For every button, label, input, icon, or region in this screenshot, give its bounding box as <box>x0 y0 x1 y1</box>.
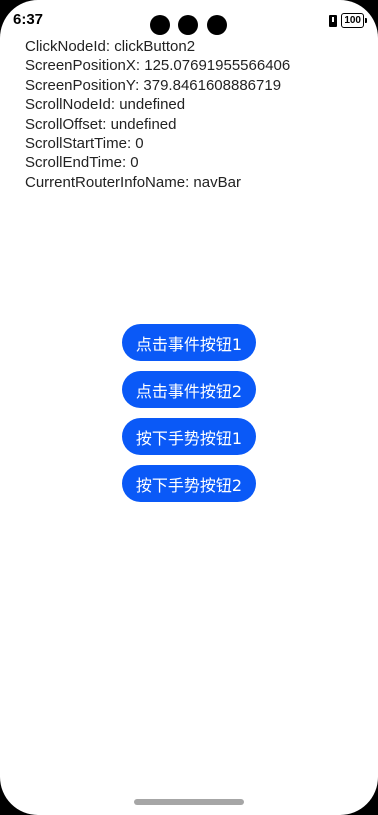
info-click-node-id: ClickNodeId: clickButton2 <box>25 38 196 55</box>
info-screen-position-y: ScreenPositionY: 379.8461608886719 <box>25 76 282 94</box>
info-screen-position-x: ScreenPositionX: 125.07691955566406 <box>25 57 291 75</box>
battery-icon: 100 <box>341 13 367 28</box>
camera-cutout-icon <box>207 15 227 35</box>
info-scroll-end-time: ScrollEndTime: 0 <box>25 154 139 172</box>
press-gesture-button-1[interactable]: 按下手势按钮1 <box>122 418 256 455</box>
event-info-list: ClickNodeId: clickButton2 ScreenPosition… <box>25 37 290 192</box>
status-indicators: 100 <box>329 13 367 28</box>
press-gesture-button-2[interactable]: 按下手势按钮2 <box>122 465 256 502</box>
button-stack: 点击事件按钮1 点击事件按钮2 按下手势按钮1 按下手势按钮2 <box>0 324 378 502</box>
camera-cutout-icon <box>150 15 170 35</box>
info-scroll-start-time: ScrollStartTime: 0 <box>25 135 144 153</box>
notification-alert-icon <box>329 14 338 27</box>
camera-cutout-icon <box>178 15 198 35</box>
click-event-button-2[interactable]: 点击事件按钮2 <box>122 371 256 408</box>
phone-screen: 6:37 100 ClickNodeId: clickButton2 Scree… <box>0 0 378 815</box>
info-scroll-node-id: ScrollNodeId: undefined <box>25 96 186 114</box>
status-time: 6:37 <box>13 11 44 28</box>
info-scroll-offset: ScrollOffset: undefined <box>25 115 177 133</box>
home-indicator[interactable] <box>134 799 244 805</box>
info-current-router-info-name: CurrentRouterInfoName: navBar <box>25 173 241 191</box>
click-event-button-1[interactable]: 点击事件按钮1 <box>122 324 256 361</box>
